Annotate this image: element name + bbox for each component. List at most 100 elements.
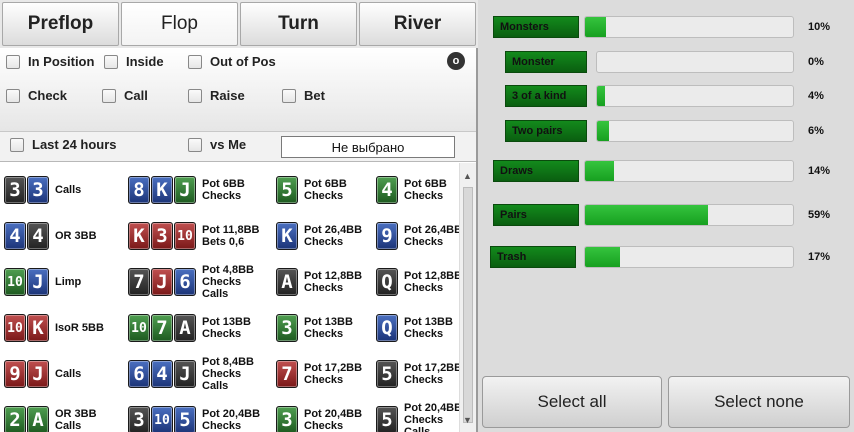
playing-card: 6 bbox=[174, 268, 196, 296]
action-line: Pot 26,4BB bbox=[404, 224, 460, 236]
hand-entry[interactable]: 9 Pot 26,4BB Checks bbox=[376, 215, 460, 257]
select-all-button[interactable]: Select all bbox=[482, 376, 662, 428]
scroll-down-icon[interactable]: ▼ bbox=[463, 415, 472, 425]
playing-card: 10 bbox=[4, 268, 26, 296]
category-label[interactable]: Pairs bbox=[493, 204, 579, 226]
checkbox-box[interactable] bbox=[6, 54, 20, 69]
category-percent: 4% bbox=[808, 90, 824, 102]
playing-card: J bbox=[174, 176, 196, 204]
action-line: Pot 11,8BB bbox=[202, 224, 260, 236]
tab-flop[interactable]: Flop bbox=[121, 2, 238, 46]
hand-entry[interactable]: 3 Pot 13BB Checks bbox=[276, 307, 353, 349]
clear-filters-button[interactable]: o bbox=[447, 52, 465, 70]
card-group: 2A bbox=[4, 406, 49, 432]
last-24-hours-checkbox[interactable]: Last 24 hours bbox=[10, 137, 117, 152]
hand-action-text: IsoR 5BB bbox=[55, 322, 104, 334]
action-line: Calls bbox=[55, 184, 82, 196]
hand-entry[interactable]: K 3 10 Pot 11,8BB Bets 0,6 bbox=[128, 215, 259, 257]
category-percent: 59% bbox=[808, 209, 831, 221]
hand-action-text: Pot 20,4BB Checks bbox=[202, 408, 260, 432]
hand-entry[interactable]: 5 Pot 20,4BB Checks Calls bbox=[376, 399, 460, 432]
hand-action-text: Pot 13BB Checks bbox=[404, 316, 453, 340]
checkbox-box[interactable] bbox=[10, 137, 24, 152]
tab-turn[interactable]: Turn bbox=[240, 2, 357, 46]
card-group: 3 10 5 bbox=[128, 406, 196, 432]
hand-entry[interactable]: 3 Pot 20,4BB Checks bbox=[276, 399, 362, 432]
hand-entry[interactable]: A Pot 12,8BB Checks bbox=[276, 261, 362, 303]
hand-action-text: Pot 6BB Checks bbox=[404, 178, 447, 202]
card-group: A bbox=[276, 268, 298, 296]
checkbox-box[interactable] bbox=[188, 54, 202, 69]
hand-entry[interactable]: 3 3 Calls bbox=[4, 169, 81, 211]
opponent-dropdown[interactable]: Не выбрано bbox=[281, 136, 455, 158]
inside-checkbox[interactable]: Inside bbox=[104, 54, 164, 69]
out-of-pos-checkbox[interactable]: Out of Pos bbox=[188, 54, 276, 69]
select-none-button[interactable]: Select none bbox=[668, 376, 850, 428]
checkbox-box[interactable] bbox=[188, 137, 202, 152]
tab-preflop[interactable]: Preflop bbox=[2, 2, 119, 46]
tab-river[interactable]: River bbox=[359, 2, 476, 46]
checkbox-label: Inside bbox=[126, 54, 164, 69]
checkbox-box[interactable] bbox=[104, 54, 118, 69]
action-line: Pot 17,2BB bbox=[404, 362, 460, 374]
scrollbar[interactable]: ▲ ▼ bbox=[459, 163, 476, 432]
scroll-up-icon[interactable]: ▲ bbox=[463, 171, 472, 181]
action-line: Pot 4,8BB bbox=[202, 264, 254, 276]
hand-entry[interactable]: 3 10 5 Pot 20,4BB Checks bbox=[128, 399, 260, 432]
checkbox-box[interactable] bbox=[282, 88, 296, 103]
category-label[interactable]: Trash bbox=[490, 246, 576, 268]
hand-entry[interactable]: 10 K IsoR 5BB bbox=[4, 307, 104, 349]
hand-entry[interactable]: K Pot 26,4BB Checks bbox=[276, 215, 362, 257]
hand-action-text: Pot 17,2BB Checks bbox=[404, 362, 460, 386]
hand-entry[interactable]: 2 A OR 3BB Calls bbox=[4, 399, 97, 432]
playing-card: K bbox=[27, 314, 49, 342]
in-position-checkbox[interactable]: In Position bbox=[6, 54, 98, 69]
hand-entry[interactable]: 4 4 OR 3BB bbox=[4, 215, 97, 257]
checkbox-box[interactable] bbox=[6, 88, 20, 103]
category-label[interactable]: 3 of a kind bbox=[505, 85, 587, 107]
category-label[interactable]: Monsters bbox=[493, 16, 579, 38]
hand-entry[interactable]: 10 7 A Pot 13BB Checks bbox=[128, 307, 251, 349]
playing-card: Q bbox=[376, 314, 398, 342]
hand-entry[interactable]: 9 J Calls bbox=[4, 353, 81, 395]
playing-card: A bbox=[276, 268, 298, 296]
card-group: 10 7 A bbox=[128, 314, 196, 342]
hand-entry[interactable]: 7 Pot 17,2BB Checks bbox=[276, 353, 362, 395]
playing-card: 4 bbox=[151, 360, 173, 388]
action-line: Checks bbox=[202, 368, 242, 380]
hand-entry[interactable]: 10 J Limp bbox=[4, 261, 81, 303]
playing-card: J bbox=[174, 360, 196, 388]
checkbox-label: vs Me bbox=[210, 137, 247, 152]
card-group: 10 K bbox=[4, 314, 49, 342]
bet-checkbox[interactable]: Bet bbox=[282, 88, 325, 103]
card-group: 9 bbox=[376, 222, 398, 250]
call-checkbox[interactable]: Call bbox=[102, 88, 148, 103]
playing-card: 4 bbox=[27, 222, 49, 250]
hand-action-text: Pot 11,8BB Bets 0,6 bbox=[202, 224, 259, 248]
category-bar bbox=[584, 204, 794, 226]
hand-entry[interactable]: 5 Pot 6BB Checks bbox=[276, 169, 347, 211]
check-checkbox[interactable]: Check bbox=[6, 88, 67, 103]
hand-action-text: Pot 12,8BB Checks bbox=[304, 270, 362, 294]
hand-entry[interactable]: 7 J 6 Pot 4,8BB Checks Calls bbox=[128, 261, 254, 303]
action-line: Calls bbox=[404, 426, 431, 432]
action-line: Checks bbox=[404, 282, 444, 294]
hand-entry[interactable]: Q Pot 13BB Checks bbox=[376, 307, 453, 349]
hand-entry[interactable]: 5 Pot 17,2BB Checks bbox=[376, 353, 460, 395]
category-label[interactable]: Two pairs bbox=[505, 120, 587, 142]
hand-entry[interactable]: Q Pot 12,8BB Checks bbox=[376, 261, 460, 303]
playing-card: 3 bbox=[276, 406, 298, 432]
card-group: K bbox=[276, 222, 298, 250]
checkbox-box[interactable] bbox=[102, 88, 116, 103]
category-label[interactable]: Monster bbox=[505, 51, 587, 73]
hand-entry[interactable]: 4 Pot 6BB Checks bbox=[376, 169, 447, 211]
hand-entry[interactable]: 8 K J Pot 6BB Checks bbox=[128, 169, 245, 211]
scrollbar-thumb[interactable] bbox=[463, 187, 473, 423]
action-line: Pot 8,4BB bbox=[202, 356, 254, 368]
hand-entry[interactable]: 6 4 J Pot 8,4BB Checks Calls bbox=[128, 353, 254, 395]
raise-checkbox[interactable]: Raise bbox=[188, 88, 245, 103]
card-group: 9J bbox=[4, 360, 49, 388]
checkbox-box[interactable] bbox=[188, 88, 202, 103]
category-label[interactable]: Draws bbox=[493, 160, 579, 182]
vs-me-checkbox[interactable]: vs Me bbox=[188, 137, 246, 152]
